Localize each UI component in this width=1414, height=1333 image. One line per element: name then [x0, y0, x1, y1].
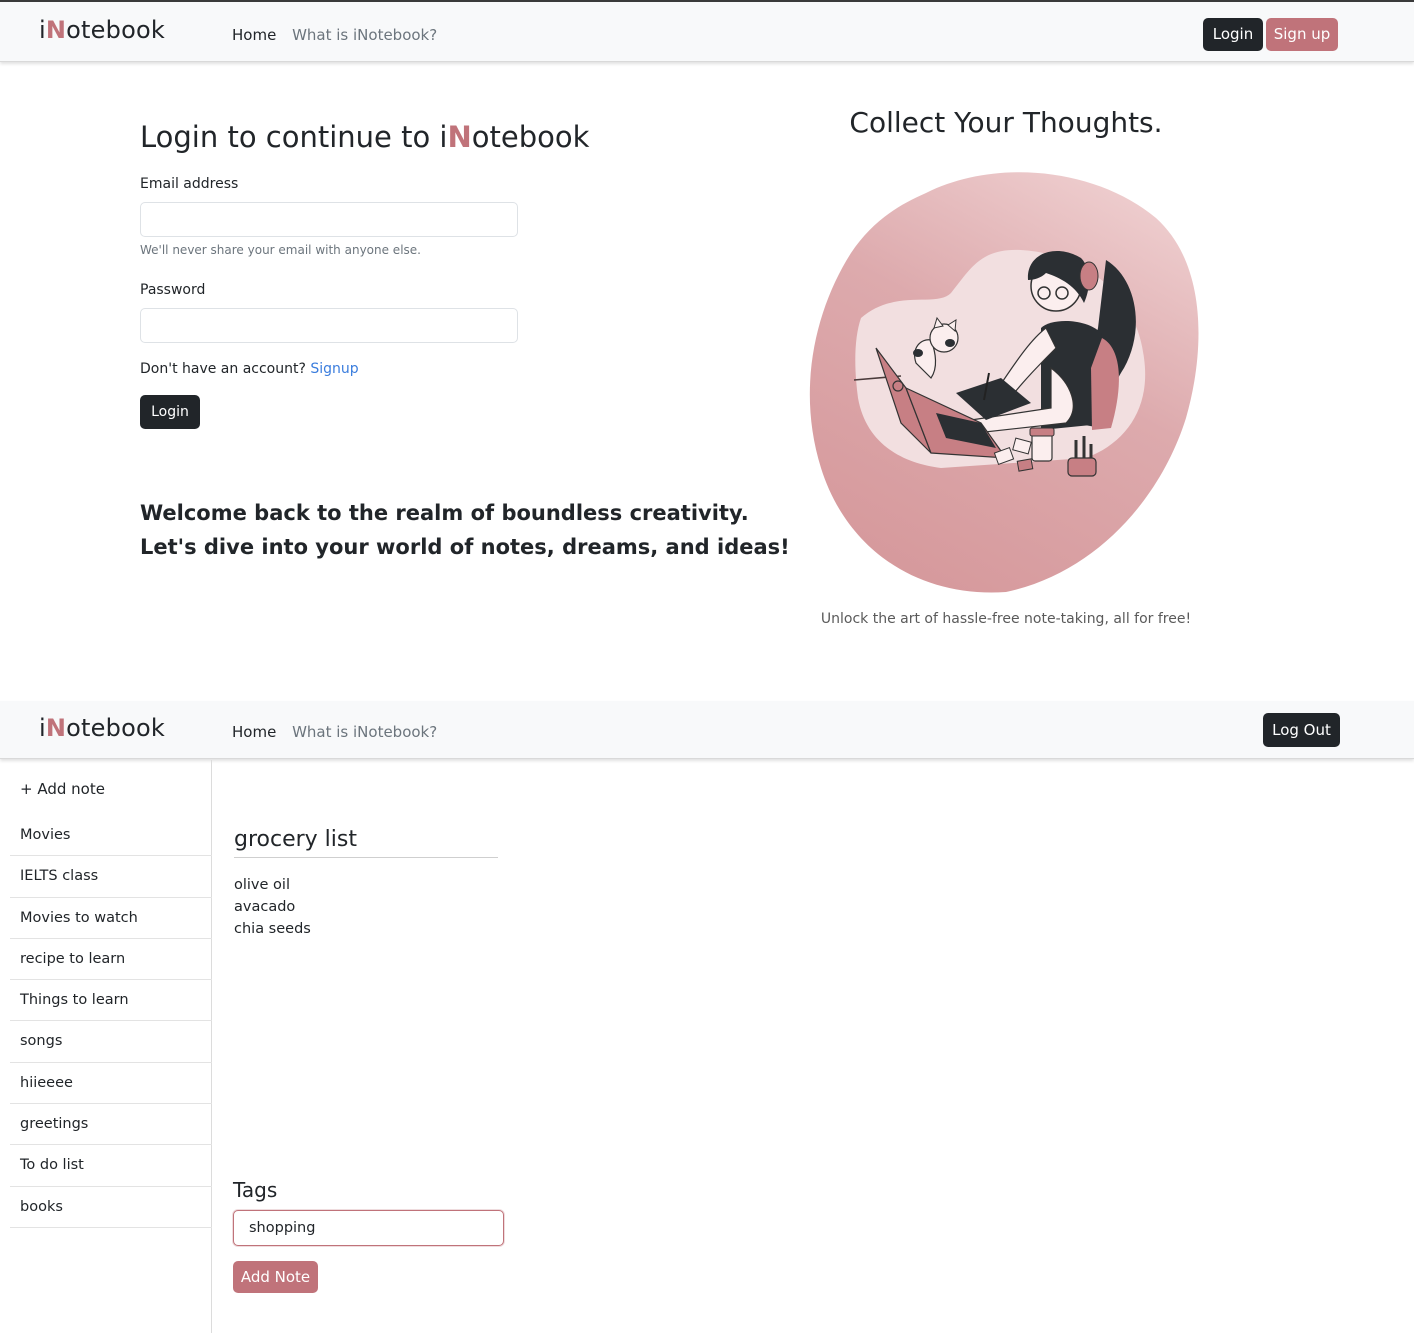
sidebar-note-item[interactable]: Movies — [10, 815, 212, 857]
nav-what-link[interactable]: What is iNotebook? — [292, 723, 437, 741]
signup-prompt-text: Don't have an account? — [140, 361, 311, 377]
welcome-message: Welcome back to the realm of boundless c… — [140, 496, 790, 564]
login-title-suffix: otebook — [471, 120, 590, 154]
top-navbar: iNotebook Home What is iNotebook? Login … — [0, 0, 1414, 62]
sidebar-note-item[interactable]: songs — [10, 1021, 212, 1063]
email-input[interactable] — [140, 202, 518, 237]
email-label: Email address — [140, 176, 239, 192]
sidebar-note-item[interactable]: greetings — [10, 1104, 212, 1146]
nav-home-link[interactable]: Home — [232, 26, 276, 44]
sidebar-note-item[interactable]: Movies to watch — [10, 898, 212, 939]
notes-sidebar: + Add note Movies IELTS class Movies to wa… — [0, 760, 212, 1333]
password-input[interactable] — [140, 308, 518, 343]
brand-accent: N — [45, 16, 67, 44]
add-note-link[interactable]: + Add note — [20, 780, 105, 798]
tags-input[interactable] — [233, 1210, 504, 1246]
woman-drawing-with-cat-illustration — [809, 172, 1199, 593]
brand-suffix: otebook — [66, 16, 165, 44]
welcome-line-1: Welcome back to the realm of boundless c… — [140, 501, 749, 525]
password-label: Password — [140, 282, 206, 298]
sidebar-note-item[interactable]: IELTS class — [10, 856, 212, 898]
hero-caption: Unlock the art of hassle-free note-takin… — [820, 611, 1192, 627]
brand-prefix: i — [39, 16, 46, 44]
nav-what-link[interactable]: What is iNotebook? — [292, 26, 437, 44]
login-title-accent: N — [447, 120, 472, 154]
welcome-line-2: Let's dive into your world of notes, dre… — [140, 535, 790, 559]
sidebar-note-item[interactable]: books — [10, 1187, 212, 1228]
brand-logo[interactable]: iNotebook — [39, 16, 165, 44]
logout-button[interactable]: Log Out — [1263, 713, 1340, 747]
nav-home-link[interactable]: Home — [232, 723, 276, 741]
brand-accent: N — [45, 714, 67, 742]
signup-link[interactable]: Signup — [310, 361, 358, 377]
note-body-textarea[interactable] — [234, 874, 734, 1154]
tags-label: Tags — [233, 1178, 278, 1202]
sidebar-note-item[interactable]: Things to learn — [10, 980, 212, 1022]
brand-prefix: i — [39, 714, 46, 742]
nav-links: Home What is iNotebook? — [232, 26, 448, 44]
brand-suffix: otebook — [66, 714, 165, 742]
signup-prompt: Don't have an account? Signup — [140, 361, 359, 377]
nav-login-button[interactable]: Login — [1203, 18, 1263, 51]
note-list: Movies IELTS class Movies to watch recipe t… — [10, 815, 212, 1228]
brand-logo[interactable]: iNotebook — [39, 714, 165, 742]
sidebar-note-item[interactable]: hiieeee — [10, 1063, 212, 1105]
email-help-text: We'll never share your email with anyone… — [140, 243, 421, 257]
login-title: Login to continue to iNotebook — [140, 120, 589, 154]
sidebar-note-item[interactable]: recipe to learn — [10, 939, 212, 981]
hero-title: Collect Your Thoughts. — [849, 106, 1163, 139]
sidebar-note-item[interactable]: To do list — [10, 1145, 212, 1187]
login-title-prefix: Login to continue to i — [140, 120, 448, 154]
note-title-input[interactable] — [234, 822, 498, 858]
login-submit-button[interactable]: Login — [140, 395, 200, 429]
nav-links: Home What is iNotebook? — [232, 723, 448, 741]
add-note-button[interactable]: Add Note — [233, 1261, 318, 1293]
notes-navbar: iNotebook Home What is iNotebook? Log Ou… — [0, 701, 1414, 759]
nav-signup-button[interactable]: Sign up — [1266, 18, 1338, 51]
